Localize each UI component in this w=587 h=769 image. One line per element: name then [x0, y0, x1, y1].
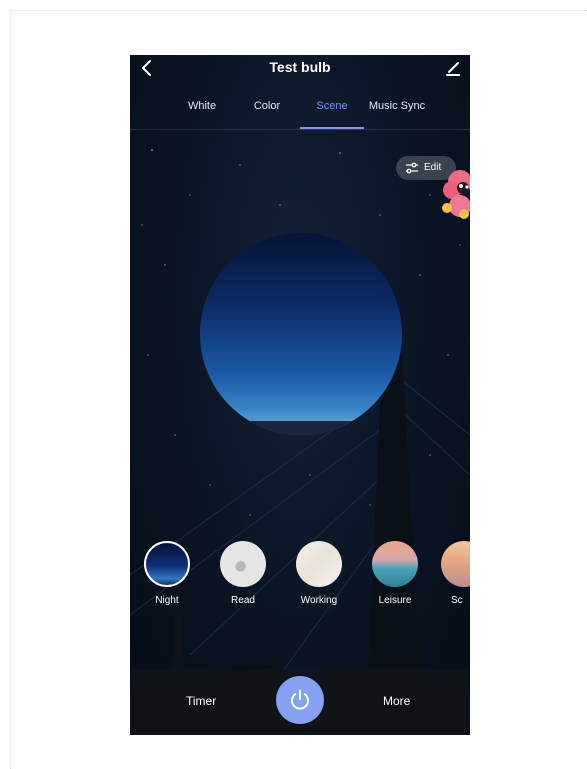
tab-color[interactable]: Color — [235, 100, 299, 112]
scene-item-night[interactable]: Night — [137, 541, 197, 606]
scene-item-read[interactable]: Read — [213, 541, 273, 606]
power-button[interactable] — [276, 676, 324, 724]
more-button[interactable]: More — [383, 694, 410, 708]
sliders-icon — [406, 162, 418, 174]
timer-button[interactable]: Timer — [186, 694, 216, 708]
scene-thumb-partial — [441, 541, 470, 587]
scene-label: Night — [155, 595, 179, 606]
scene-preview-horizon — [200, 421, 402, 435]
tab-white[interactable]: White — [170, 100, 234, 112]
scene-thumb-leisure — [372, 541, 418, 587]
scene-label: Leisure — [378, 595, 412, 606]
tab-scene[interactable]: Scene — [300, 100, 364, 112]
page-title: Test bulb — [269, 59, 331, 75]
scene-item-working[interactable]: Working — [289, 541, 349, 606]
mode-tabs: White Color Scene Music Sync — [130, 91, 470, 130]
scene-item-partial[interactable]: Sc — [441, 541, 470, 606]
power-icon — [291, 689, 309, 710]
scene-label: Sc — [451, 595, 463, 606]
scene-preview-circle — [200, 233, 402, 435]
phone-screen: Test bulb White Color Scene Music Sync E… — [130, 55, 470, 735]
scene-list: Night Read Working Leisure Sc — [130, 541, 470, 621]
scene-label: Working — [300, 595, 338, 606]
active-tab-indicator — [300, 127, 364, 129]
scene-thumb-read — [220, 541, 266, 587]
tab-music-sync[interactable]: Music Sync — [365, 100, 429, 112]
scene-label: Read — [231, 595, 255, 606]
pencil-icon[interactable] — [444, 58, 462, 78]
scene-thumb-night — [144, 541, 190, 587]
header: Test bulb — [130, 55, 470, 81]
scene-thumb-working — [296, 541, 342, 587]
mascot-sticker-icon[interactable] — [438, 168, 470, 222]
scene-item-leisure[interactable]: Leisure — [365, 541, 425, 606]
